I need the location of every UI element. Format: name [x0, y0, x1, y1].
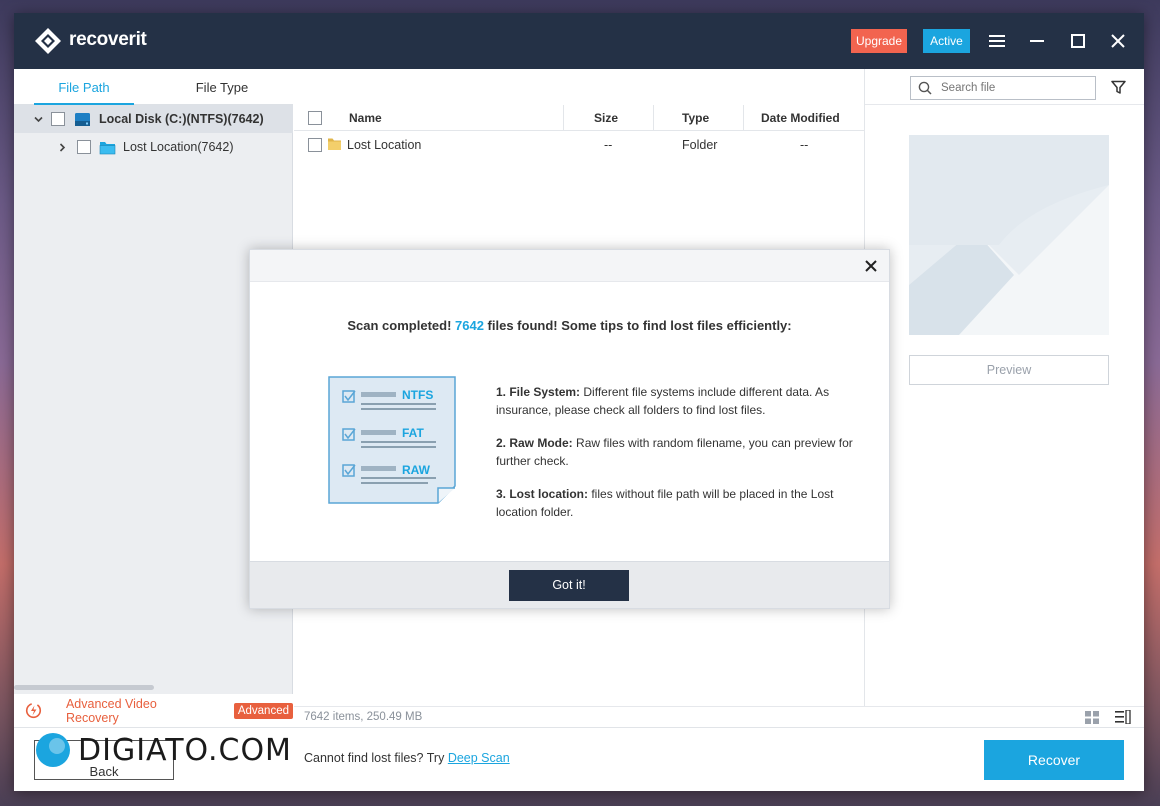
dialog-close-button[interactable] [861, 256, 881, 276]
column-date-modified[interactable]: Date Modified [761, 105, 840, 131]
preview-button[interactable]: Preview [909, 355, 1109, 385]
recover-button[interactable]: Recover [984, 740, 1124, 780]
column-divider [653, 105, 654, 131]
maximize-button[interactable] [1066, 29, 1090, 53]
advanced-badge: Advanced [233, 702, 293, 719]
chevron-down-icon[interactable] [34, 115, 43, 124]
search-box[interactable] [910, 76, 1096, 100]
scan-complete-dialog: Scan completed! 7642 files found! Some t… [249, 249, 890, 609]
upgrade-button[interactable]: Upgrade [851, 29, 907, 53]
list-header: Name Size Type Date Modified [294, 105, 865, 131]
local-disk-checkbox[interactable] [51, 112, 65, 126]
filter-icon[interactable] [1111, 80, 1126, 95]
row-type: Folder [682, 138, 718, 152]
app-window: recoverit Upgrade Active File Path File … [14, 13, 1144, 791]
row-checkbox[interactable] [308, 138, 322, 152]
tab-file-path[interactable]: File Path [34, 69, 134, 105]
dialog-title: Scan completed! 7642 files found! Some t… [347, 318, 792, 333]
hamburger-menu-icon [989, 35, 1005, 47]
deep-scan-link[interactable]: Deep Scan [448, 751, 510, 765]
minimize-icon [1030, 40, 1044, 42]
close-icon [1111, 34, 1125, 48]
ntfs-label: NTFS [402, 388, 434, 402]
tree-item-label: Local Disk (C:)(NTFS)(7642) [99, 112, 264, 126]
digiato-logo-icon [36, 733, 70, 767]
column-name[interactable]: Name [349, 105, 382, 131]
preview-panel: Preview [874, 105, 1144, 706]
close-window-button[interactable] [1106, 29, 1130, 53]
row-size: -- [604, 138, 613, 152]
item-count-status: 7642 items, 250.49 MB [304, 711, 423, 723]
folder-icon [328, 138, 341, 150]
video-recovery-icon [25, 702, 42, 719]
document-checklist-icon [328, 376, 456, 504]
row-name: Lost Location [347, 138, 422, 152]
recoverit-logo-icon [34, 27, 61, 54]
close-icon [865, 260, 877, 272]
table-row[interactable]: Lost Location -- Folder -- [294, 131, 865, 159]
chevron-right-icon[interactable] [58, 142, 67, 152]
advanced-video-recovery-row[interactable]: Advanced Video Recovery Advanced [14, 694, 293, 727]
tree-item-local-disk[interactable]: Local Disk (C:)(NTFS)(7642) [14, 105, 293, 133]
advanced-video-recovery-label: Advanced Video Recovery [65, 696, 157, 725]
file-count: 7642 [455, 318, 484, 333]
hint-text: Cannot find lost files? Try [304, 751, 448, 765]
got-it-button[interactable]: Got it! [509, 570, 629, 601]
menu-button[interactable] [985, 29, 1009, 53]
raw-label: RAW [402, 463, 430, 477]
watermark: DIGIATO.COM [34, 730, 292, 770]
file-system-illustration: NTFS FAT RAW [328, 376, 458, 506]
column-divider [563, 105, 564, 131]
horizontal-scrollbar[interactable] [14, 685, 154, 690]
column-size[interactable]: Size [594, 105, 618, 131]
fat-label: FAT [402, 426, 424, 440]
preview-placeholder [909, 135, 1109, 335]
folder-icon [99, 141, 116, 154]
status-bar: 7642 items, 250.49 MB [294, 706, 1144, 727]
active-button[interactable]: Active [923, 29, 970, 53]
maximize-icon [1071, 34, 1085, 48]
dialog-header [250, 250, 889, 282]
tree-item-lost-location[interactable]: Lost Location(7642) [14, 133, 293, 161]
deep-scan-hint: Cannot find lost files? Try Deep Scan [304, 751, 510, 765]
select-all-checkbox[interactable] [308, 111, 322, 125]
minimize-button[interactable] [1025, 29, 1049, 53]
search-icon [918, 81, 932, 95]
column-divider [743, 105, 744, 131]
tab-file-type[interactable]: File Type [172, 69, 272, 105]
watermark-text: DIGIATO.COM [78, 732, 292, 768]
dialog-footer: Got it! [250, 561, 889, 608]
list-view-icon[interactable] [1115, 710, 1131, 724]
lost-location-checkbox[interactable] [77, 140, 91, 154]
tips-list: 1. File System: Different file systems i… [496, 384, 874, 537]
bottom-bar: Back DIGIATO.COM Cannot find lost files?… [14, 727, 1144, 791]
search-input[interactable] [941, 80, 1091, 96]
column-type[interactable]: Type [682, 105, 709, 131]
title-bar: recoverit Upgrade Active [14, 13, 1144, 69]
tip-lost-location: 3. Lost location: files without file pat… [496, 487, 834, 519]
view-tabs: File Path File Type [14, 69, 293, 105]
tree-item-label: Lost Location(7642) [123, 140, 234, 154]
grid-view-icon[interactable] [1085, 711, 1099, 724]
app-name: recoverit [69, 29, 147, 50]
row-date-modified: -- [800, 138, 809, 152]
tip-raw-mode: 2. Raw Mode: Raw files with random filen… [496, 436, 853, 468]
image-placeholder-icon [909, 135, 1109, 335]
app-logo: recoverit [34, 27, 147, 54]
tip-file-system: 1. File System: Different file systems i… [496, 385, 830, 417]
hard-drive-icon [75, 112, 90, 126]
